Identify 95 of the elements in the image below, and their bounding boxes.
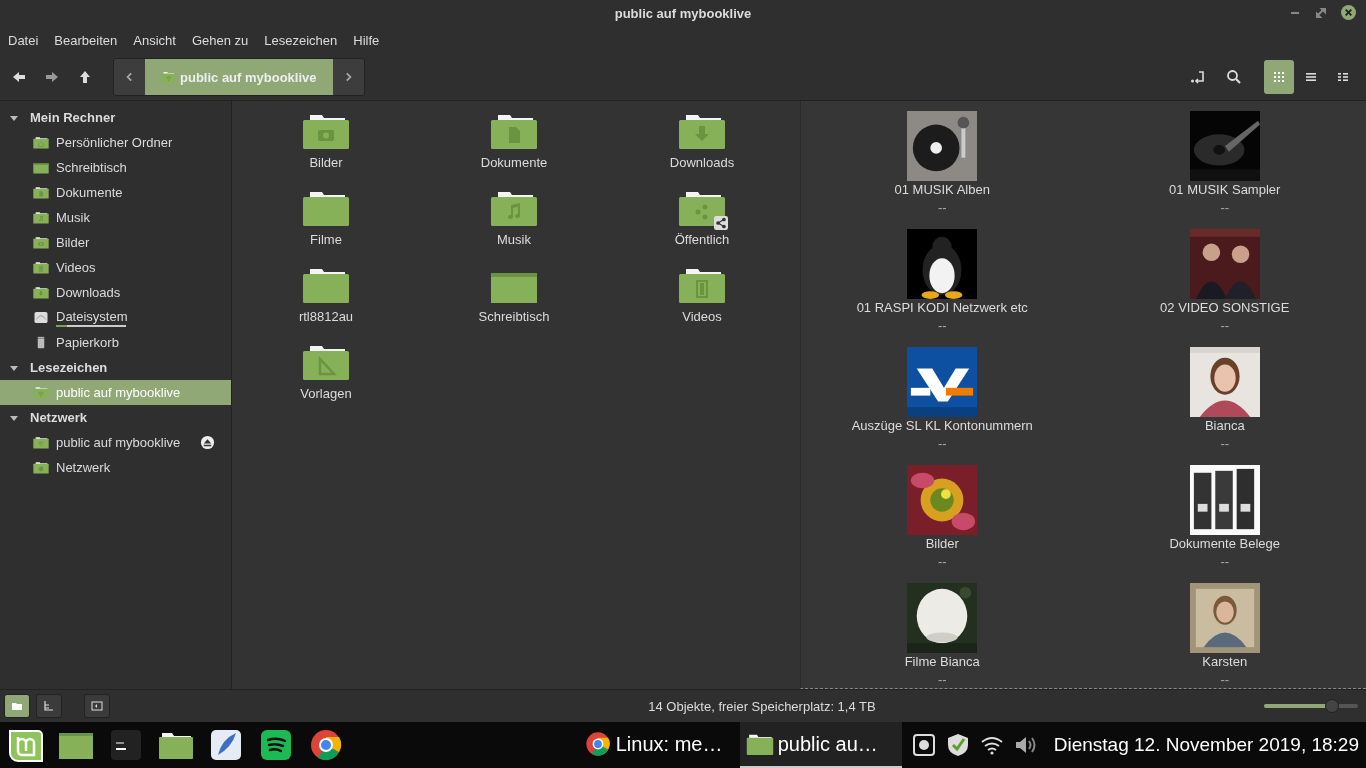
- folder-item[interactable]: Bilder: [232, 113, 420, 190]
- clock[interactable]: Dienstag 12. November 2019, 18:29: [1053, 734, 1359, 756]
- location-toggle-icon[interactable]: [1190, 69, 1206, 85]
- folder-item[interactable]: rtl8812au: [232, 267, 420, 344]
- grid-icon: [1273, 71, 1285, 83]
- folder-icon: [33, 211, 49, 224]
- sidebar-item[interactable]: Schreibtisch: [0, 155, 231, 180]
- folder-icon: [490, 113, 538, 149]
- folder-icon: [490, 190, 538, 226]
- music-launcher-icon[interactable]: [258, 727, 294, 763]
- folder-item[interactable]: Bianca --: [1083, 347, 1366, 465]
- sidebar-item[interactable]: Persönlicher Ordner: [0, 130, 231, 155]
- sidebar-item[interactable]: Bilder: [0, 230, 231, 255]
- usage-bar: [56, 324, 126, 327]
- folder-item[interactable]: Bilder --: [801, 465, 1084, 583]
- menu-item[interactable]: Lesezeichen: [264, 32, 338, 48]
- taskbar-window-button[interactable]: Linux: me…: [577, 722, 740, 768]
- list-icon: [1337, 71, 1349, 83]
- folder-icon: [33, 436, 49, 449]
- folder-icon: [302, 344, 350, 380]
- sidebar-item[interactable]: Videos: [0, 255, 231, 280]
- section-heading: Netzwerk: [30, 410, 88, 425]
- shield-tray-icon[interactable]: [945, 733, 970, 757]
- tree-icon: [43, 700, 55, 712]
- search-icon[interactable]: [1226, 69, 1242, 85]
- folder-icon: [11, 700, 23, 712]
- browser-launcher-icon[interactable]: [308, 727, 344, 763]
- back-icon[interactable]: [12, 70, 26, 84]
- window-title: public auf mybooklive: [614, 5, 752, 21]
- folder-icon: [33, 236, 49, 249]
- share-icon: [714, 216, 728, 230]
- sidebar-item[interactable]: Dokumente: [0, 180, 231, 205]
- maximize-icon[interactable]: [1315, 6, 1327, 19]
- folder-icon: [33, 461, 49, 474]
- sidebar-toggle-button[interactable]: [84, 694, 110, 718]
- folder-item[interactable]: 01 MUSIK Alben --: [801, 111, 1084, 229]
- tree-button[interactable]: [36, 694, 62, 718]
- folder-item[interactable]: Dokumente Belege --: [1083, 465, 1366, 583]
- folder-item[interactable]: Karsten --: [1083, 583, 1366, 688]
- sidebar-item[interactable]: Netzwerk: [0, 455, 231, 480]
- forward-icon[interactable]: [45, 70, 59, 84]
- menu-item[interactable]: Hilfe: [353, 32, 380, 48]
- mail-launcher-icon[interactable]: [208, 727, 244, 763]
- taskbar-window-button[interactable]: public au…: [739, 722, 902, 768]
- folder-icon: [33, 161, 49, 174]
- folder-icon: [302, 267, 350, 303]
- terminal-launcher-icon[interactable]: [108, 727, 144, 763]
- folder-icon: [678, 113, 726, 149]
- folder-icon: [302, 113, 350, 149]
- menu-item[interactable]: Gehen zu: [191, 32, 249, 48]
- folder-item[interactable]: 01 RASPI KODI Netzwerk etc --: [801, 229, 1084, 347]
- close-icon[interactable]: [1341, 5, 1356, 20]
- menu-item[interactable]: Bearbeiten: [54, 32, 118, 48]
- folder-item[interactable]: Dokumente: [420, 113, 608, 190]
- drive-icon: [33, 311, 49, 324]
- drive-tray-icon[interactable]: [911, 733, 936, 757]
- folder-item[interactable]: 01 MUSIK Sampler --: [1083, 111, 1366, 229]
- eject-icon[interactable]: [200, 435, 215, 450]
- folder-icon: [33, 136, 49, 149]
- folder-item[interactable]: Musik: [420, 190, 608, 267]
- folder-icon: [33, 286, 49, 299]
- sidebar-item[interactable]: Downloads: [0, 280, 231, 305]
- sidebar-icon: [91, 700, 103, 712]
- path-forward-button[interactable]: [332, 59, 364, 95]
- folder-item[interactable]: Filme Bianca --: [801, 583, 1084, 688]
- list-icon: [1305, 71, 1317, 83]
- folder-item[interactable]: Filme: [232, 190, 420, 267]
- sidebar-item[interactable]: public auf mybooklive: [0, 430, 231, 455]
- folder-item[interactable]: Öffentlich: [608, 190, 796, 267]
- folder-icon: [302, 190, 350, 226]
- folder-item[interactable]: Downloads: [608, 113, 796, 190]
- zoom-slider[interactable]: [1264, 699, 1358, 713]
- section-heading: Lesezeichen: [30, 360, 108, 375]
- mint-launcher-icon[interactable]: [8, 727, 44, 763]
- folder-icon: [678, 267, 726, 303]
- folder-item[interactable]: Schreibtisch: [420, 267, 608, 344]
- folder-icon: [678, 190, 726, 226]
- browser-icon: [583, 730, 612, 758]
- folder-item[interactable]: 02 VIDEO SONSTIGE --: [1083, 229, 1366, 347]
- folder-icon: [33, 186, 49, 199]
- up-icon[interactable]: [78, 70, 92, 84]
- folder-icon: [33, 386, 49, 399]
- folder-item[interactable]: Videos: [608, 267, 796, 344]
- sidebar-item[interactable]: Papierkorb: [0, 330, 231, 355]
- menu-item[interactable]: Ansicht: [133, 32, 176, 48]
- menu-item[interactable]: Datei: [8, 32, 39, 48]
- folder-item[interactable]: Auszüge SL KL Kontonummern --: [801, 347, 1084, 465]
- sidebar-item[interactable]: Musik: [0, 205, 231, 230]
- folder-icon: [161, 71, 176, 83]
- section-heading: Mein Rechner: [30, 110, 116, 125]
- sidebar-item[interactable]: Dateisystem: [0, 305, 231, 330]
- status-text: 14 Objekte, freier Speicherplatz: 1,4 TB: [647, 698, 877, 714]
- folder-item[interactable]: Vorlagen: [232, 344, 420, 421]
- folder-icon: [33, 261, 49, 274]
- places-button[interactable]: [4, 694, 30, 718]
